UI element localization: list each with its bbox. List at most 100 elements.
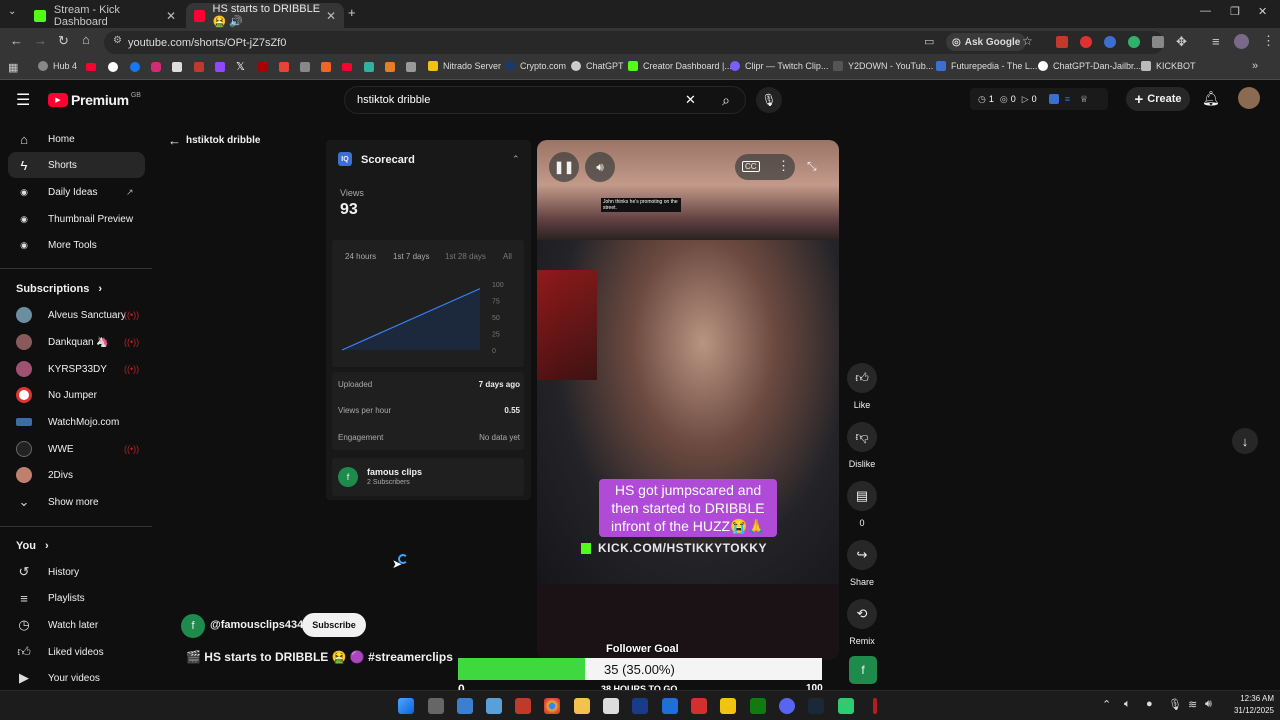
twitch-bookmark-icon[interactable] (215, 62, 225, 72)
bookmark-futurepedia[interactable]: Futurepedia - The L... (936, 61, 1037, 71)
bookmark-clipr[interactable]: Clipr — Twitch Clip... (730, 61, 828, 71)
shorts-video-player[interactable]: John thinks he's promoting on the street… (537, 140, 839, 660)
speaker-tray-icon[interactable]: 🔈︎ (1124, 698, 1131, 711)
search-button[interactable]: ⌕ (706, 86, 746, 114)
browser-menu-icon[interactable]: ⋮ (1262, 33, 1275, 49)
facebook-bookmark-icon[interactable] (130, 62, 140, 72)
extension-icon[interactable] (1080, 36, 1092, 48)
channel-thumbnail-button[interactable]: f (849, 656, 877, 684)
subscription-item[interactable]: Alveus Sanctuary ((•)) (0, 302, 150, 328)
range-7-days[interactable]: 1st 7 days (393, 252, 429, 261)
bookmark-star-icon[interactable]: ☆ (1022, 34, 1033, 48)
channel-avatar[interactable]: f (181, 614, 205, 638)
discord-icon[interactable] (779, 698, 795, 714)
notifications-bell-icon[interactable]: 🔔︎ (1202, 90, 1220, 107)
tab-kick-dashboard[interactable]: Stream - Kick Dashboard ✕ (26, 3, 184, 28)
adblock-extension-icon[interactable] (1056, 36, 1068, 48)
subscription-item[interactable]: WatchMojo.com (0, 409, 150, 435)
app-icon[interactable] (486, 698, 502, 714)
subscription-item[interactable]: Dankquan 🦄 ((•)) (0, 329, 150, 355)
maximize-icon[interactable]: ❐ (1230, 5, 1240, 18)
dislike-button[interactable]: 👎︎ Dislike (846, 422, 878, 469)
extension-icon[interactable] (1152, 36, 1164, 48)
bookmark-icon[interactable] (300, 62, 310, 72)
close-window-icon[interactable]: ✕ (1258, 5, 1267, 18)
snapchat-bookmark-icon[interactable] (172, 62, 182, 72)
bookmark-crypto[interactable]: Crypto.com (505, 61, 566, 71)
bookmark-icon[interactable] (364, 62, 374, 72)
sidebar-item-more-tools[interactable]: ◉ More Tools (0, 232, 150, 258)
subscription-item[interactable]: No Jumper (0, 382, 150, 408)
bookmark-nitrado[interactable]: Nitrado Server (428, 61, 501, 71)
bookmark-icon[interactable] (321, 62, 331, 72)
home-browser-icon[interactable]: ⌂ (82, 32, 90, 47)
address-bar[interactable]: ⚙ youtube.com/shorts/OPt-jZ7sZf0 ▭ ◎ Ask … (104, 31, 1164, 54)
back-arrow-icon[interactable]: ← (168, 133, 181, 148)
apps-grid-icon[interactable]: ▦ (8, 61, 18, 74)
subscription-item[interactable]: KYRSP33DY ((•)) (0, 356, 150, 382)
file-explorer-icon[interactable] (574, 698, 590, 714)
close-tab-icon[interactable]: ✕ (166, 9, 176, 23)
range-24-hours[interactable]: 24 hours (345, 252, 376, 261)
like-button[interactable]: 👍︎ Like (846, 363, 878, 410)
sidebar-item-home[interactable]: ⌂ Home (0, 126, 150, 152)
new-tab-button[interactable]: + (348, 5, 356, 20)
bookmark-icon[interactable] (406, 62, 416, 72)
x-bookmark-icon[interactable]: 𝕏 (236, 60, 245, 73)
comments-button[interactable]: ▤ 0 (846, 481, 878, 528)
bookmark-chatgpt[interactable]: ChatGPT (571, 61, 624, 71)
close-tab-icon[interactable]: ✕ (326, 9, 336, 23)
sidebar-item-playlists[interactable]: ≡ Playlists (0, 585, 150, 611)
bookmark-icon[interactable] (385, 62, 395, 72)
store-icon[interactable] (603, 698, 619, 714)
remix-button[interactable]: ⟲ Remix (846, 599, 878, 646)
tray-chevron-icon[interactable]: ⌃ (1102, 698, 1111, 711)
you-heading[interactable]: You › (16, 540, 49, 552)
app-icon[interactable] (632, 698, 648, 714)
subscribe-button[interactable]: Subscribe (302, 613, 366, 637)
range-28-days[interactable]: 1st 28 days (445, 252, 486, 261)
sidebar-item-thumbnail-preview[interactable]: ◉ Thumbnail Preview (0, 206, 150, 232)
sidebar-item-daily-ideas[interactable]: ◉ Daily Ideas ↗ (0, 179, 150, 205)
sticky-notes-icon[interactable] (720, 698, 736, 714)
reload-icon[interactable]: ↻ (58, 33, 69, 49)
windows-start-icon[interactable] (398, 698, 414, 714)
mic-tray-icon[interactable]: 🎙 (1168, 698, 1182, 711)
trophy-icon[interactable]: ♕ (1080, 94, 1088, 105)
bookmark-icon[interactable] (194, 62, 204, 72)
back-icon[interactable]: ← (10, 33, 23, 48)
sidebar-item-shorts[interactable]: ϟ Shorts (8, 152, 145, 178)
tab-youtube-short[interactable]: HS starts to DRIBBLE 🤮 🔊 ✕ (186, 3, 344, 28)
forward-icon[interactable]: → (34, 33, 47, 48)
sidebar-item-history[interactable]: ↺ History (0, 559, 150, 585)
show-more-button[interactable]: ⌄ Show more (0, 489, 150, 515)
task-view-icon[interactable] (428, 698, 444, 714)
pause-button[interactable]: ❚❚ (549, 152, 579, 182)
extensions-puzzle-icon[interactable]: ✥ (1176, 34, 1187, 50)
clock[interactable]: 12:36 AM 31/12/2025 (1224, 693, 1274, 717)
collapse-chevron-icon[interactable]: ⌃ (512, 154, 520, 165)
captions-cc-icon[interactable]: CC (742, 161, 760, 172)
volume-tray-icon[interactable]: 🔊︎ (1205, 698, 1212, 711)
subscription-item[interactable]: WWE ((•)) (0, 436, 150, 462)
app-icon[interactable] (691, 698, 707, 714)
sidebar-item-your-videos[interactable]: ▶ Your videos (0, 665, 150, 691)
account-avatar[interactable] (1238, 87, 1260, 109)
bookmark-y2down[interactable]: Y2DOWN - YouTub... (833, 61, 933, 71)
youtube-premium-logo[interactable]: ▶ Premium GB (48, 92, 141, 108)
minimize-icon[interactable]: — (1200, 5, 1211, 17)
list-icon[interactable]: ≡ (1065, 94, 1070, 104)
search-input[interactable]: hstiktok dribble ✕ (344, 86, 746, 114)
sidebar-item-watch-later[interactable]: ◷ Watch later (0, 612, 150, 638)
create-button[interactable]: + Create (1126, 87, 1190, 111)
bookmark-github[interactable]: ChatGPT-Dan-Jailbr... (1038, 61, 1141, 71)
clear-search-icon[interactable]: ✕ (685, 92, 696, 108)
app-icon[interactable] (457, 698, 473, 714)
more-options-icon[interactable]: ⋮ (777, 158, 790, 174)
google-bookmark-icon[interactable] (108, 62, 118, 72)
extension-icon[interactable] (1104, 36, 1116, 48)
gmail-bookmark-icon[interactable] (279, 62, 289, 72)
app-icon[interactable] (662, 698, 678, 714)
sidebar-item-liked-videos[interactable]: 👍︎ Liked videos (0, 639, 150, 665)
chrome-taskbar-icon[interactable] (544, 698, 560, 714)
